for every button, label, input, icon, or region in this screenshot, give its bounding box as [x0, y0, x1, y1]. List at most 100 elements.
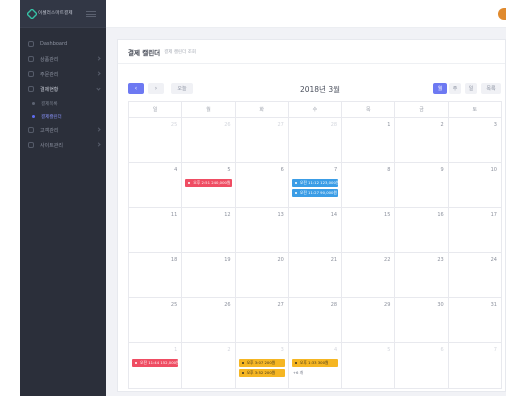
sidebar-item[interactable]: 상품관리 [20, 53, 106, 65]
sidebar-item-label: 상품관리 [40, 56, 59, 63]
day-cell[interactable]: 7 오전 11:12 123,000원오전 11:27 90,000원 [289, 163, 343, 207]
view-button[interactable]: 월 [433, 83, 447, 94]
day-cell[interactable]: 14 [289, 208, 343, 252]
sidebar-item[interactable]: 고객관리 [20, 124, 106, 136]
day-number: 1 [174, 347, 178, 353]
chevron-icon [96, 127, 101, 132]
event-label: 오전 11:12 123,000원 [299, 180, 339, 185]
chevron-icon [96, 71, 101, 76]
sidebar: 이셀러스마트결제 Dashboard 상품관리주문관리결제현황결제목록결제캘린더고… [20, 0, 106, 396]
day-number: 25 [170, 302, 178, 308]
day-cell[interactable]: 1 [342, 118, 396, 162]
event-label: 오후 2:51 240,000원 [193, 180, 231, 185]
sidebar-subitem[interactable]: 결제목록 [20, 98, 106, 109]
event-label: 오전 11:27 90,000원 [299, 190, 337, 195]
day-cell[interactable]: 23 [395, 253, 449, 297]
day-cell[interactable]: 5 오후 2:51 240,000원 [182, 163, 236, 207]
user-icon [28, 127, 34, 133]
day-cell[interactable]: 21 [289, 253, 343, 297]
day-cell[interactable]: 30 [395, 298, 449, 342]
sidebar-item[interactable]: 주문관리 [20, 68, 106, 80]
day-cell[interactable]: 3 [449, 118, 501, 162]
today-button[interactable]: 오늘 [171, 83, 193, 94]
day-cell[interactable]: 6 [236, 163, 289, 207]
day-cell[interactable]: 16 [395, 208, 449, 252]
calendar-title: 2018년 3월 [299, 85, 341, 94]
day-cell[interactable]: 5 [342, 343, 396, 388]
day-cell[interactable]: 19 [182, 253, 236, 297]
day-cell[interactable]: 18 [129, 253, 183, 297]
payment-event[interactable]: 오후 3:07 200원 [238, 359, 285, 367]
chevron-icon [96, 56, 101, 61]
day-cell[interactable]: 22 [342, 253, 396, 297]
view-button[interactable]: 일 [465, 83, 477, 94]
day-cell[interactable]: 9 [395, 163, 449, 207]
day-number: 1 [387, 122, 391, 128]
day-cell[interactable]: 2 [182, 343, 236, 388]
day-cell[interactable]: 25 [129, 298, 183, 342]
day-cell[interactable]: 17 [449, 208, 501, 252]
day-number: 2 [227, 347, 231, 353]
payment-event[interactable]: 오전 11:44 152,000원 [132, 359, 179, 367]
day-cell[interactable]: 7 [449, 343, 501, 388]
day-number: 15 [384, 212, 391, 218]
day-cell[interactable]: 11 [129, 208, 183, 252]
day-number: 27 [277, 302, 284, 308]
view-button[interactable]: 주 [449, 83, 461, 94]
day-cell[interactable]: 15 [342, 208, 396, 252]
diamond-logo-icon[interactable] [27, 9, 37, 19]
day-cell[interactable]: 27 [236, 118, 289, 162]
day-cell[interactable]: 4 [129, 163, 183, 207]
payment-event[interactable]: 오후 3:52 200원 [238, 369, 285, 377]
day-cell[interactable]: 29 [342, 298, 396, 342]
weekday-label: 금 [395, 102, 449, 117]
payment-event[interactable]: 오전 11:12 123,000원 [291, 179, 339, 187]
sidebar-item-label: 고객관리 [40, 127, 59, 134]
week-row: 18 19 20 21 22 23 24 [129, 253, 501, 298]
day-cell[interactable]: 13 [236, 208, 289, 252]
day-cell[interactable]: 6 [395, 343, 449, 388]
weekday-label: 월 [182, 102, 236, 117]
day-cell[interactable]: 27 [236, 298, 289, 342]
day-cell[interactable]: 26 [182, 298, 236, 342]
brand-name[interactable]: 이셀러스마트결제 [38, 10, 73, 16]
day-cell[interactable]: 3 오후 3:07 200원 오후 3:52 200원 [236, 343, 289, 388]
sidebar-subitem[interactable]: 결제캘린더 [20, 111, 106, 122]
payment-event[interactable]: 오전 11:27 90,000원 [291, 189, 339, 197]
day-cell[interactable]: 12 [182, 208, 236, 252]
more-events-link[interactable]: +6 개 [293, 370, 303, 376]
day-cell[interactable]: 4 오후 1:33 300원 +6 개 [289, 343, 343, 388]
user-avatar[interactable] [498, 8, 506, 20]
day-cell[interactable]: 20 [236, 253, 289, 297]
hamburger-menu-icon[interactable] [86, 11, 96, 17]
day-cell[interactable]: 25 [129, 118, 183, 162]
next-month-button[interactable]: › [148, 83, 164, 94]
day-number: 21 [330, 257, 338, 263]
day-cell[interactable]: 8 [342, 163, 396, 207]
event-label: 오후 3:07 200원 [246, 360, 276, 365]
sidebar-item[interactable]: 사이트관리 [20, 139, 106, 151]
day-cell[interactable]: 28 [289, 298, 343, 342]
day-cell[interactable]: 2 [395, 118, 449, 162]
view-button[interactable]: 목록 [481, 83, 501, 94]
day-number: 10 [490, 167, 497, 173]
weekday-label: 화 [236, 102, 289, 117]
day-number: 7 [333, 167, 338, 173]
day-cell[interactable]: 24 [449, 253, 501, 297]
day-cell[interactable]: 31 [449, 298, 501, 342]
day-cell[interactable]: 10 [449, 163, 501, 207]
day-number: 3 [493, 122, 497, 128]
prev-month-button[interactable]: ‹ [128, 83, 144, 94]
sidebar-item[interactable]: 결제현황 [20, 83, 106, 95]
day-number: 29 [384, 302, 391, 308]
sidebar-item-label: 주문관리 [40, 71, 59, 78]
day-cell[interactable]: 1 오전 11:44 152,000원 [129, 343, 183, 388]
day-cell[interactable]: 28 [289, 118, 343, 162]
day-cell[interactable]: 26 [182, 118, 236, 162]
payment-event[interactable]: 오후 1:33 300원 [291, 359, 339, 367]
day-number: 28 [330, 302, 338, 308]
sidebar-item[interactable]: Dashboard [20, 38, 106, 50]
payment-event[interactable]: 오후 2:51 240,000원 [185, 179, 232, 187]
page-subtitle: 결제 캘린더 조회 [164, 49, 197, 55]
day-number: 13 [277, 212, 284, 218]
